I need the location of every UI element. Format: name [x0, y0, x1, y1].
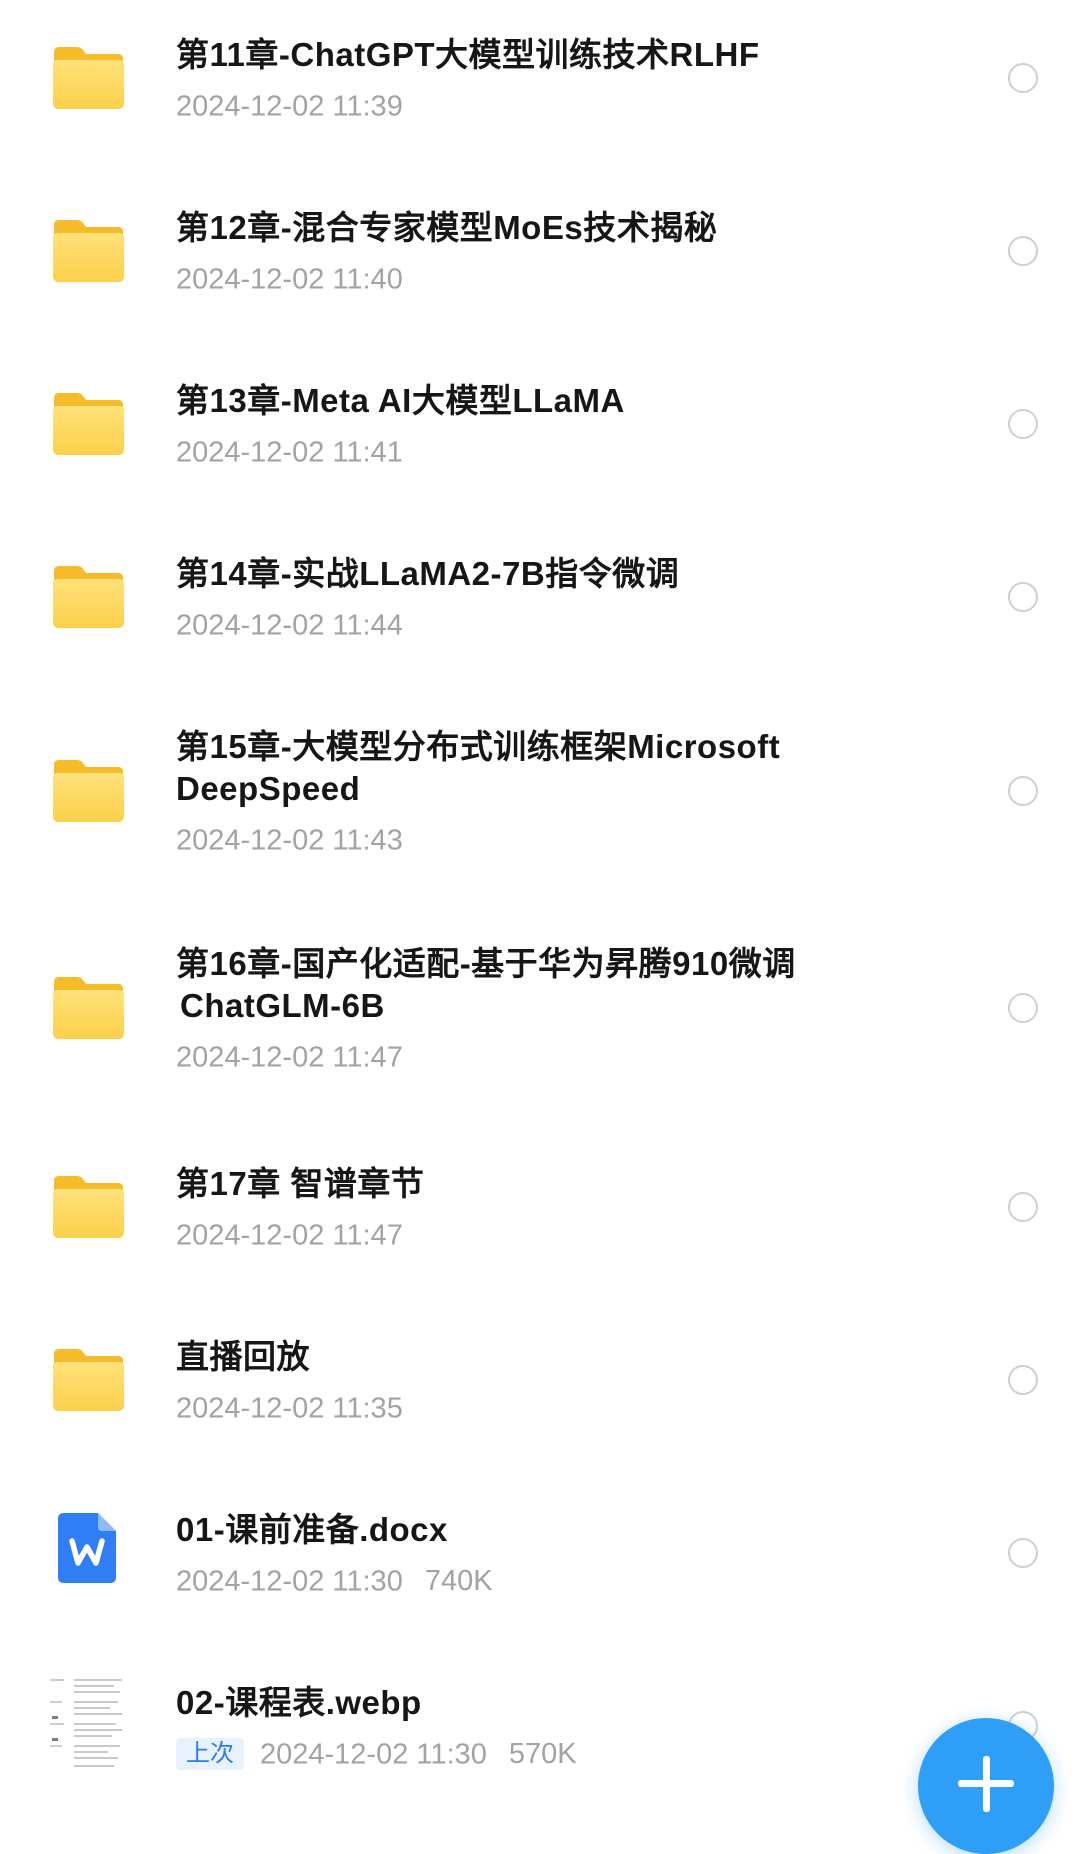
item-text: 第15章-大模型分布式训练框架Microsoft DeepSpeed 2024-… — [176, 726, 876, 859]
item-name: 第14章-实战LLaMA2-7B指令微调 — [176, 555, 680, 592]
item-date: 2024-12-02 11:43 — [176, 824, 403, 857]
item-name: 02-课程表.webp — [176, 1684, 422, 1721]
item-text: 第17章 智谱章节 2024-12-02 11:47 — [176, 1163, 876, 1254]
item-meta: 2024-12-02 11:39 — [176, 86, 876, 125]
select-circle-icon[interactable] — [1008, 776, 1038, 806]
select-circle-icon[interactable] — [1008, 993, 1038, 1023]
item-meta: 2024-12-02 11:43 — [176, 820, 876, 859]
list-item[interactable]: 01-课前准备.docx 2024-12-02 11:30 740K — [0, 1511, 1079, 1633]
folder-icon — [50, 390, 126, 456]
item-name-line1: 第16章-国产化适配-基于华为昇腾910微调 — [176, 945, 796, 982]
item-date: 2024-12-02 11:47 — [176, 1219, 403, 1252]
item-date: 2024-12-02 11:35 — [176, 1392, 403, 1425]
item-name: 直播回放 — [176, 1338, 310, 1375]
list-item[interactable]: 第13章-Meta AI大模型LLaMA 2024-12-02 11:41 — [0, 382, 1079, 504]
folder-icon — [50, 1173, 126, 1239]
item-text: 第14章-实战LLaMA2-7B指令微调 2024-12-02 11:44 — [176, 553, 876, 644]
select-circle-icon[interactable] — [1008, 1192, 1038, 1222]
item-text: 02-课程表.webp 上次 2024-12-02 11:30 570K — [176, 1682, 876, 1773]
plus-icon — [982, 1756, 990, 1812]
item-meta: 上次 2024-12-02 11:30 570K — [176, 1734, 876, 1773]
item-text: 第11章-ChatGPT大模型训练技术RLHF 2024-12-02 11:39 — [176, 34, 876, 125]
item-text: 直播回放 2024-12-02 11:35 — [176, 1336, 876, 1427]
folder-icon — [50, 974, 126, 1040]
item-name: 第13章-Meta AI大模型LLaMA — [176, 382, 625, 419]
folder-icon — [50, 217, 126, 283]
select-circle-icon[interactable] — [1008, 236, 1038, 266]
select-circle-icon[interactable] — [1008, 409, 1038, 439]
item-name-line2: ChatGLM-6B — [180, 987, 385, 1024]
add-button[interactable] — [918, 1718, 1054, 1854]
select-circle-icon[interactable] — [1008, 63, 1038, 93]
item-size: 570K — [508, 1738, 577, 1771]
list-item[interactable]: 第14章-实战LLaMA2-7B指令微调 2024-12-02 11:44 — [0, 555, 1079, 677]
item-text: 01-课前准备.docx 2024-12-02 11:30 740K — [176, 1509, 876, 1600]
folder-icon — [50, 563, 126, 629]
folder-icon — [50, 44, 126, 110]
list-item[interactable]: 第12章-混合专家模型MoEs技术揭秘 2024-12-02 11:40 — [0, 209, 1079, 331]
list-item[interactable]: 第17章 智谱章节 2024-12-02 11:47 — [0, 1165, 1079, 1287]
list-item[interactable]: 直播回放 2024-12-02 11:35 — [0, 1338, 1079, 1460]
select-circle-icon[interactable] — [1008, 1365, 1038, 1395]
item-meta: 2024-12-02 11:47 — [176, 1037, 876, 1076]
item-meta: 2024-12-02 11:44 — [176, 605, 876, 644]
folder-icon — [50, 1346, 126, 1412]
item-date: 2024-12-02 11:41 — [176, 436, 403, 469]
word-document-icon — [56, 1511, 120, 1585]
item-date: 2024-12-02 11:39 — [176, 90, 403, 123]
item-meta: 2024-12-02 11:30 740K — [176, 1561, 876, 1600]
select-circle-icon[interactable] — [1008, 582, 1038, 612]
item-meta: 2024-12-02 11:47 — [176, 1215, 876, 1254]
item-text: 第13章-Meta AI大模型LLaMA 2024-12-02 11:41 — [176, 380, 876, 471]
list-item[interactable]: 第15章-大模型分布式训练框架Microsoft DeepSpeed 2024-… — [0, 728, 1079, 890]
item-text: 第12章-混合专家模型MoEs技术揭秘 2024-12-02 11:40 — [176, 207, 876, 298]
list-item[interactable]: 第16章-国产化适配-基于华为昇腾910微调 ChatGLM-6B 2024-1… — [0, 945, 1079, 1107]
item-meta: 2024-12-02 11:40 — [176, 259, 876, 298]
item-date: 2024-12-02 11:40 — [176, 263, 403, 296]
item-name: 第12章-混合专家模型MoEs技术揭秘 — [176, 209, 718, 246]
image-thumbnail-icon — [44, 1672, 128, 1776]
item-date: 2024-12-02 11:44 — [176, 609, 403, 642]
item-meta: 2024-12-02 11:35 — [176, 1388, 876, 1427]
recent-badge: 上次 — [176, 1738, 244, 1771]
list-item[interactable]: 02-课程表.webp 上次 2024-12-02 11:30 570K — [0, 1672, 1079, 1823]
item-date: 2024-12-02 11:30 — [260, 1738, 487, 1771]
list-item[interactable]: 第11章-ChatGPT大模型训练技术RLHF 2024-12-02 11:39 — [0, 36, 1079, 158]
item-name-line1: 第15章-大模型分布式训练框架Microsoft — [176, 728, 781, 765]
item-name-line2: DeepSpeed — [176, 770, 361, 807]
item-name: 第11章-ChatGPT大模型训练技术RLHF — [176, 36, 760, 73]
item-text: 第16章-国产化适配-基于华为昇腾910微调 ChatGLM-6B 2024-1… — [176, 943, 876, 1076]
item-meta: 2024-12-02 11:41 — [176, 432, 876, 471]
item-date: 2024-12-02 11:47 — [176, 1041, 403, 1074]
folder-icon — [50, 757, 126, 823]
item-name: 01-课前准备.docx — [176, 1511, 448, 1548]
item-name: 第17章 智谱章节 — [176, 1165, 425, 1202]
item-size: 740K — [424, 1565, 493, 1598]
select-circle-icon[interactable] — [1008, 1538, 1038, 1568]
item-date: 2024-12-02 11:30 — [176, 1565, 403, 1598]
